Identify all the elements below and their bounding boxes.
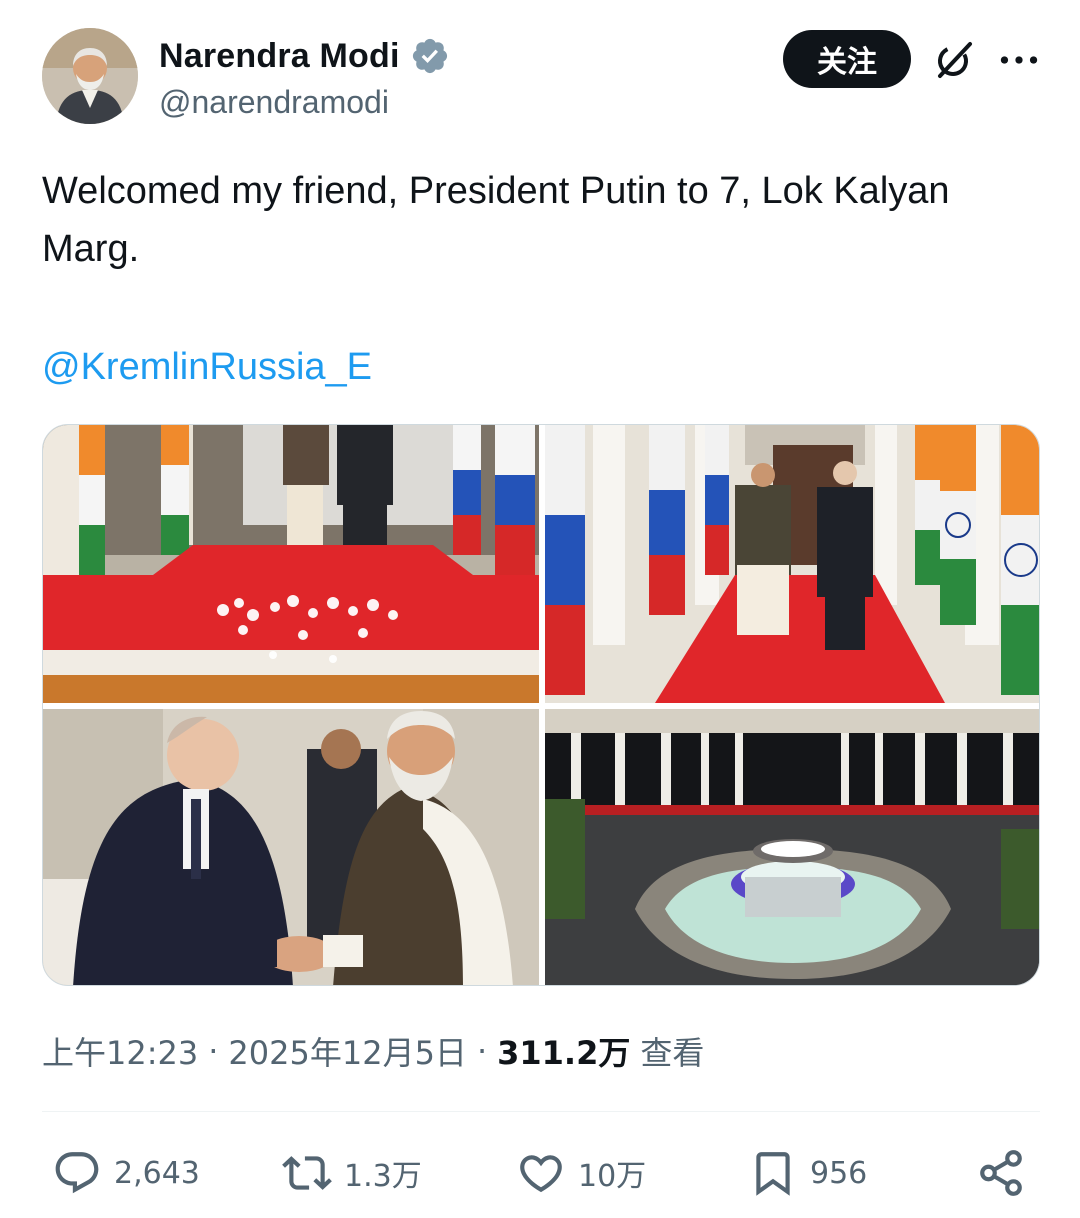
- more-icon[interactable]: [997, 38, 1041, 82]
- view-count[interactable]: 311.2万: [497, 1028, 630, 1074]
- author-handle[interactable]: @narendramodi: [159, 84, 389, 121]
- heart-icon: [520, 1155, 562, 1193]
- reply-button[interactable]: 2,643: [52, 1140, 200, 1206]
- tweet-date[interactable]: 2025年12月5日: [228, 1028, 467, 1074]
- tweet-time[interactable]: 上午12:23: [42, 1028, 198, 1074]
- meta-separator: ·: [208, 1032, 219, 1070]
- meta-separator: ·: [476, 1032, 488, 1070]
- like-count: 10万: [578, 1159, 647, 1194]
- share-icon: [980, 1150, 1022, 1196]
- divider: [42, 1111, 1040, 1112]
- retweet-count: 1.3万: [344, 1159, 422, 1194]
- retweet-button[interactable]: 1.3万: [282, 1140, 422, 1206]
- media-grid: [42, 424, 1040, 986]
- view-label[interactable]: 查看: [640, 1028, 704, 1074]
- author-display-name[interactable]: Narendra Modi: [159, 37, 400, 76]
- author-name-row: Narendra Modi: [159, 36, 450, 76]
- retweet-icon: [282, 1156, 332, 1190]
- action-bar: 2,643 1.3万 10万 956: [42, 1140, 1040, 1206]
- like-button[interactable]: 10万: [516, 1140, 646, 1206]
- bookmark-button[interactable]: 956: [748, 1140, 867, 1206]
- share-button[interactable]: [976, 1140, 1026, 1206]
- follow-button[interactable]: 关注: [783, 30, 911, 88]
- grok-icon[interactable]: [932, 38, 976, 82]
- author-avatar[interactable]: [42, 28, 138, 124]
- photo-handshake[interactable]: [43, 709, 539, 985]
- bookmark-icon: [756, 1152, 790, 1196]
- verified-badge-icon[interactable]: [410, 36, 450, 76]
- photo-walking-corridor[interactable]: [545, 425, 1039, 703]
- reply-count: 2,643: [114, 1155, 200, 1191]
- tweet-text: Welcomed my friend, President Putin to 7…: [42, 170, 950, 270]
- photo-night-fountain[interactable]: [545, 709, 1039, 985]
- mention-link[interactable]: @KremlinRussia_E: [42, 338, 372, 396]
- tweet-header: Narendra Modi @narendramodi 关注: [42, 28, 1042, 128]
- photo-arrival-red-carpet[interactable]: [43, 425, 539, 703]
- tweet-meta: 上午12:23 · 2025年12月5日 · 311.2万 查看: [42, 1028, 704, 1074]
- reply-icon: [55, 1152, 99, 1194]
- bookmark-count: 956: [810, 1155, 868, 1191]
